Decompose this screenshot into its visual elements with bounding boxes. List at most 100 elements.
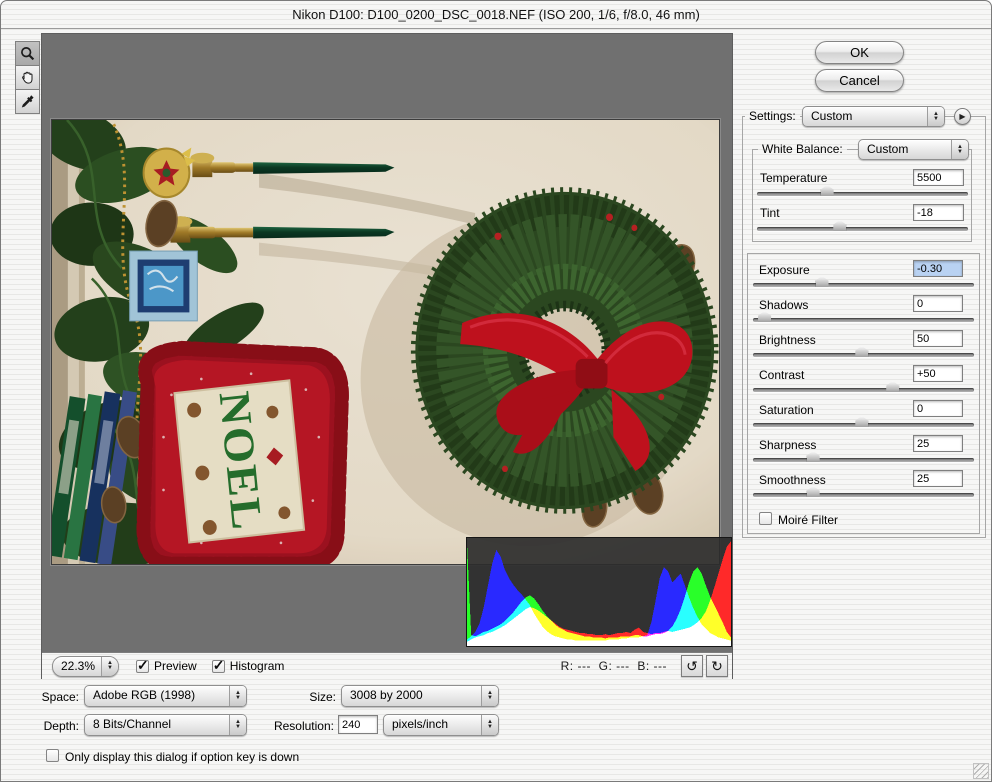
space-value: Adobe RGB (1998) <box>85 686 229 706</box>
rotate-cw-button[interactable]: ↻ <box>706 655 728 677</box>
stepper-icon: ▲▼ <box>927 107 944 126</box>
resolution-unit-popup[interactable]: pixels/inch ▲▼ <box>383 714 499 736</box>
tint-label: Tint <box>760 206 780 220</box>
slider-thumb[interactable] <box>855 416 868 427</box>
settings-menu-button[interactable]: ▶ <box>954 108 971 125</box>
tint-value-field[interactable] <box>913 204 964 221</box>
adjustment-value-field[interactable] <box>913 330 963 347</box>
ok-button[interactable]: OK <box>815 41 904 64</box>
white-balance-popup[interactable]: Custom ▲▼ <box>858 139 969 160</box>
resolution-label: Resolution: <box>267 719 334 733</box>
stepper-icon: ▲▼ <box>481 715 498 735</box>
photo-preview[interactable]: NOEL <box>51 119 720 565</box>
photo-image: NOEL <box>52 120 719 564</box>
preview-frame: NOEL <box>41 33 733 679</box>
adjustment-value-field[interactable] <box>913 365 963 382</box>
eyedropper-tool-button[interactable] <box>15 89 40 114</box>
settings-label: Settings: <box>745 109 800 123</box>
hand-tool-button[interactable] <box>15 65 40 90</box>
white-balance-value: Custom <box>859 140 951 159</box>
size-label: Size: <box>300 690 336 704</box>
window-title: Nikon D100: D100_0200_DSC_0018.NEF (ISO … <box>292 7 700 22</box>
adjustment-label: Shadows <box>759 298 808 312</box>
resize-grip[interactable] <box>973 763 989 779</box>
adjustments-box: Exposure Shadows Brightness Contrast Sat… <box>747 253 980 499</box>
preview-checkbox-label: Preview <box>154 659 197 673</box>
size-value: 3008 by 2000 <box>342 686 481 706</box>
stepper-icon: ▲▼ <box>951 140 968 159</box>
resolution-unit-value: pixels/inch <box>384 715 481 735</box>
rotate-ccw-icon: ↺ <box>686 658 698 675</box>
space-popup[interactable]: Adobe RGB (1998) ▲▼ <box>84 685 247 707</box>
white-balance-label: White Balance: <box>758 142 847 156</box>
slider-thumb[interactable] <box>807 451 820 462</box>
title-bar: Nikon D100: D100_0200_DSC_0018.NEF (ISO … <box>1 1 991 29</box>
slider-thumb[interactable] <box>758 311 771 322</box>
size-popup[interactable]: 3008 by 2000 ▲▼ <box>341 685 499 707</box>
histogram-plot <box>467 538 731 646</box>
settings-popup[interactable]: Custom ▲▼ <box>802 106 945 127</box>
adjustment-slider[interactable] <box>753 318 974 322</box>
adjustment-value-field[interactable] <box>913 470 963 487</box>
resolution-value-field[interactable] <box>338 715 378 734</box>
adjustment-label: Contrast <box>759 368 804 382</box>
slider-thumb[interactable] <box>855 346 868 357</box>
histogram-checkbox-label: Histogram <box>230 659 285 673</box>
adjustment-row: Exposure <box>747 253 980 288</box>
adjustment-slider[interactable] <box>753 493 974 497</box>
moire-filter-checkbox[interactable] <box>759 512 772 525</box>
stepper-icon: ▲▼ <box>481 686 498 706</box>
temperature-value-field[interactable] <box>913 169 964 186</box>
slider-thumb[interactable] <box>807 486 820 497</box>
adjustment-row: Saturation <box>747 393 980 428</box>
tint-slider[interactable] <box>757 227 968 231</box>
slider-thumb[interactable] <box>886 381 899 392</box>
zoom-tool-button[interactable] <box>15 41 40 66</box>
magnifier-icon <box>19 45 36 62</box>
adjustment-row: Sharpness <box>747 428 980 463</box>
slider-thumb[interactable] <box>816 276 829 287</box>
rgb-readout: R: --- G: --- B: --- <box>561 659 667 673</box>
rotate-cw-icon: ↻ <box>711 658 723 675</box>
hand-icon <box>19 69 36 86</box>
adjustment-slider[interactable] <box>753 353 974 357</box>
settings-value: Custom <box>803 107 927 126</box>
temperature-label: Temperature <box>760 171 827 185</box>
temperature-slider[interactable] <box>757 192 968 196</box>
adjustment-row: Contrast <box>747 358 980 393</box>
preview-checkbox[interactable] <box>136 660 149 673</box>
option-key-label: Only display this dialog if option key i… <box>65 750 299 764</box>
adjustment-slider[interactable] <box>753 458 974 462</box>
adjustment-slider[interactable] <box>753 423 974 427</box>
adjustment-value-field[interactable] <box>913 435 963 452</box>
adjustment-label: Exposure <box>759 263 810 277</box>
histogram-checkbox[interactable] <box>212 660 225 673</box>
option-key-checkbox[interactable] <box>46 749 59 762</box>
adjustment-row: Brightness <box>747 323 980 358</box>
adjustment-label: Saturation <box>759 403 814 417</box>
adjustment-label: Brightness <box>759 333 816 347</box>
stepper-icon: ▲▼ <box>229 686 246 706</box>
adjustment-slider[interactable] <box>753 388 974 392</box>
adjustment-label: Smoothness <box>759 473 826 487</box>
adjustment-value-field[interactable] <box>913 400 963 417</box>
zoom-level-value: 22.3% <box>53 657 101 676</box>
stepper-icon: ▲▼ <box>101 657 118 676</box>
adjustment-value-field[interactable] <box>913 295 963 312</box>
stepper-icon: ▲▼ <box>229 715 246 735</box>
eyedropper-icon <box>19 93 36 110</box>
camera-raw-dialog: Nikon D100: D100_0200_DSC_0018.NEF (ISO … <box>0 0 992 782</box>
zoom-level-popup[interactable]: 22.3% ▲▼ <box>52 656 119 677</box>
depth-value: 8 Bits/Channel <box>85 715 229 735</box>
depth-popup[interactable]: 8 Bits/Channel ▲▼ <box>84 714 247 736</box>
adjustment-row: Shadows <box>747 288 980 323</box>
space-label: Space: <box>31 690 79 704</box>
histogram-display <box>466 537 732 647</box>
adjustment-label: Sharpness <box>759 438 816 452</box>
cancel-button[interactable]: Cancel <box>815 69 904 92</box>
adjustment-value-field[interactable] <box>913 260 963 277</box>
adjustment-row: Smoothness <box>747 463 980 498</box>
adjustment-slider[interactable] <box>753 283 974 287</box>
moire-filter-label: Moiré Filter <box>778 513 838 527</box>
rotate-ccw-button[interactable]: ↺ <box>681 655 703 677</box>
